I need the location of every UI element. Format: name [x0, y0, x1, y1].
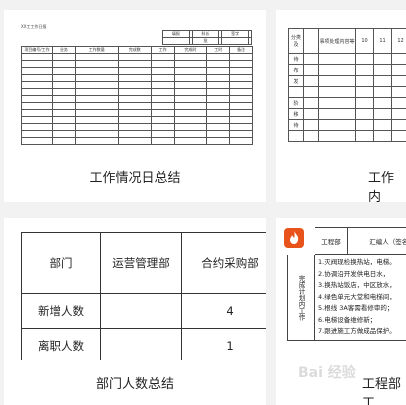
- sheet-title: XX工工作日报: [21, 24, 47, 29]
- card-caption[interactable]: 工作内: [368, 167, 406, 202]
- watermark: Bai 经验: [298, 365, 356, 381]
- card-work-content[interactable]: 分类及 事项处理内容等 10 11 12 13 待 布 发 阶 移 待 工作内: [276, 10, 406, 202]
- side-label: 完成计划内工作: [287, 254, 315, 341]
- card-caption[interactable]: 部门人数总结: [4, 373, 266, 392]
- notice-item: 6.电梯设备维修新；: [318, 315, 377, 324]
- value-cell: 1: [181, 328, 266, 360]
- card-thumbnail: 部门 运营管理部 合约采购部 新增人数 4 离职人数 1: [4, 218, 266, 360]
- notice-item: 1.灭阀现检换热站，电梯。: [318, 258, 396, 266]
- header-right: 汇编人（签名）: [347, 227, 406, 255]
- card-department-headcount[interactable]: 部门 运营管理部 合约采购部 新增人数 4 离职人数 1 部门人数总结: [4, 218, 266, 405]
- headcount-table: 部门 运营管理部 合约采购部 新增人数 4 离职人数 1: [21, 232, 266, 360]
- notice-item: 3.换热站饭店，中区放水，: [318, 281, 396, 289]
- notice-item: 2.协调沿开发供电日水，: [318, 269, 390, 278]
- row-label: 离职人数: [21, 328, 101, 360]
- card-thumbnail: 分类及 事项处理内容等 10 11 12 13 待 布 发 阶 移 待: [276, 10, 406, 156]
- header-left: 工程部: [314, 227, 348, 255]
- sheet-grid-table: 分类及 事项处理内容等 10 11 12 13 待 布 发 阶 移 待: [288, 28, 406, 142]
- sheet-top-table: 填报 科长 签字 批: [162, 30, 253, 45]
- notice-item: 5.根线 3A客需看修审的；: [318, 304, 394, 312]
- header-procurement: 合约采购部: [181, 232, 266, 294]
- row-label: 新增人数: [21, 293, 101, 329]
- card-thumbnail: XX工工作日报 填报 科长 签字 批 项目编号/工作 业务 工作数量 完成数 工作 …: [4, 10, 266, 156]
- sheet-grid-table: 项目编号/工作 业务 工作数量 完成数 工作 完成时 工时 备注: [21, 46, 253, 145]
- notice-item: 7.跟进施工方做成品保护。: [318, 327, 396, 335]
- card-thumbnail: 工程部 汇编人（签名） 完成计划内工作 1.灭阀现检换热站，电梯。 2.协调沿开…: [276, 218, 406, 360]
- notice-table: 工程部 汇编人（签名） 完成计划内工作 1.灭阀现检换热站，电梯。 2.协调沿开…: [287, 227, 406, 341]
- header-department: 部门: [21, 232, 101, 294]
- card-caption[interactable]: 工程部工: [362, 373, 406, 405]
- card-work-daily-summary[interactable]: XX工工作日报 填报 科长 签字 批 项目编号/工作 业务 工作数量 完成数 工作 …: [4, 10, 266, 202]
- notice-item: 4.绿色单元大堂和电梯间，: [318, 292, 396, 301]
- header-ops: 运营管理部: [100, 232, 182, 294]
- value-cell: 4: [181, 293, 266, 329]
- card-caption[interactable]: 工作情况日总结: [4, 167, 266, 186]
